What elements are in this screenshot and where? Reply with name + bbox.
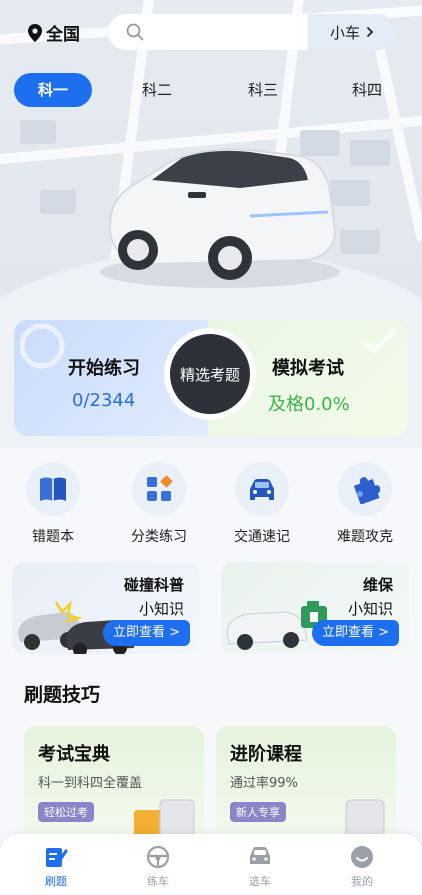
info-card-title: 维保 [362, 576, 393, 594]
tool-hard-questions[interactable]: 难题攻克 [317, 462, 413, 552]
tool-wrong-questions[interactable]: 错题本 [5, 462, 101, 552]
car-type-selector[interactable]: 小车 [308, 14, 396, 50]
main-content: 错题本 分类练习 交通速记 难题攻克 碰撞科普 小知识 立即查看 > 维保 小知… [0, 448, 422, 856]
nav-label: 刷题 [45, 875, 67, 888]
car-illustration [100, 148, 340, 288]
course-title: 进阶课程 [230, 744, 302, 765]
tool-label: 交通速记 [234, 529, 290, 545]
car-type-label: 小车 [329, 23, 360, 42]
car-icon [220, 844, 300, 870]
top-bar: 全国 小车 [0, 12, 422, 52]
tab-subject-3[interactable]: 科三 [224, 73, 302, 107]
nav-choose-car[interactable]: 选车 [220, 844, 300, 889]
region-selector[interactable]: 全国 [28, 20, 80, 45]
course-title: 考试宝典 [38, 744, 110, 765]
tips-section-title: 刷题技巧 [24, 684, 101, 706]
nav-practice[interactable]: 刷题 [16, 844, 96, 889]
featured-questions-button[interactable]: 精选考题 [164, 328, 256, 420]
course-subtitle: 科一到科四全覆盖 [38, 776, 143, 791]
pass-rate: 及格0.0% [268, 394, 350, 415]
view-now-button[interactable]: 立即查看 > [102, 620, 190, 646]
nav-label: 我的 [351, 875, 373, 888]
course-tag: 轻松过考 [38, 802, 94, 822]
info-card-subtitle: 小知识 [347, 600, 393, 618]
tool-category-practice[interactable]: 分类练习 [111, 462, 207, 552]
steering-wheel-icon [118, 844, 198, 870]
info-card-subtitle: 小知识 [138, 600, 184, 618]
practice-progress: 0/2344 [72, 390, 136, 411]
tab-subject-2[interactable]: 科二 [118, 73, 196, 107]
tool-label: 难题攻克 [337, 529, 393, 545]
tool-label: 错题本 [32, 529, 74, 545]
featured-questions-label: 精选考题 [179, 365, 240, 384]
edit-note-icon [16, 844, 96, 870]
tab-subject-4[interactable]: 科四 [328, 73, 406, 107]
check-deco-icon [362, 328, 398, 354]
subject-tabs: 科一 科二 科三 科四 [14, 73, 414, 107]
car-front-icon [235, 462, 289, 516]
tool-traffic-memo[interactable]: 交通速记 [214, 462, 310, 552]
bottom-nav: 刷题 练车 选车 我的 [0, 834, 422, 895]
smiley-icon [322, 844, 402, 870]
search-bar[interactable]: 小车 [108, 14, 396, 50]
region-label: 全国 [46, 25, 80, 45]
hero-banner: 全国 小车 科一 科二 科三 科四 开始练习 0/2344 模拟考试 及格0.0… [0, 0, 422, 450]
start-practice-title: 开始练习 [68, 358, 140, 379]
maintenance-card[interactable]: 维保 小知识 立即查看 > [221, 562, 409, 654]
info-card-title: 碰撞科普 [123, 576, 184, 594]
nav-label: 选车 [249, 875, 271, 888]
mock-exam-title: 模拟考试 [272, 358, 344, 379]
nav-mine[interactable]: 我的 [322, 844, 402, 889]
category-icon [132, 462, 186, 516]
chevron-right-icon [366, 26, 374, 38]
course-subtitle: 通过率99% [230, 776, 298, 791]
view-now-button[interactable]: 立即查看 > [311, 620, 399, 646]
practice-card: 开始练习 0/2344 模拟考试 及格0.0% 精选考题 [14, 320, 408, 436]
collision-science-card[interactable]: 碰撞科普 小知识 立即查看 > [12, 562, 200, 654]
book-icon [26, 462, 80, 516]
tool-label: 分类练习 [131, 529, 187, 545]
tab-subject-1[interactable]: 科一 [14, 73, 92, 107]
nav-drive[interactable]: 练车 [118, 844, 198, 889]
tool-grid: 错题本 分类练习 交通速记 难题攻克 [0, 462, 422, 552]
search-icon [126, 23, 144, 41]
puzzle-icon [338, 462, 392, 516]
nav-label: 练车 [147, 875, 169, 888]
location-pin-icon [28, 23, 42, 42]
course-tag: 新人专享 [230, 802, 286, 822]
